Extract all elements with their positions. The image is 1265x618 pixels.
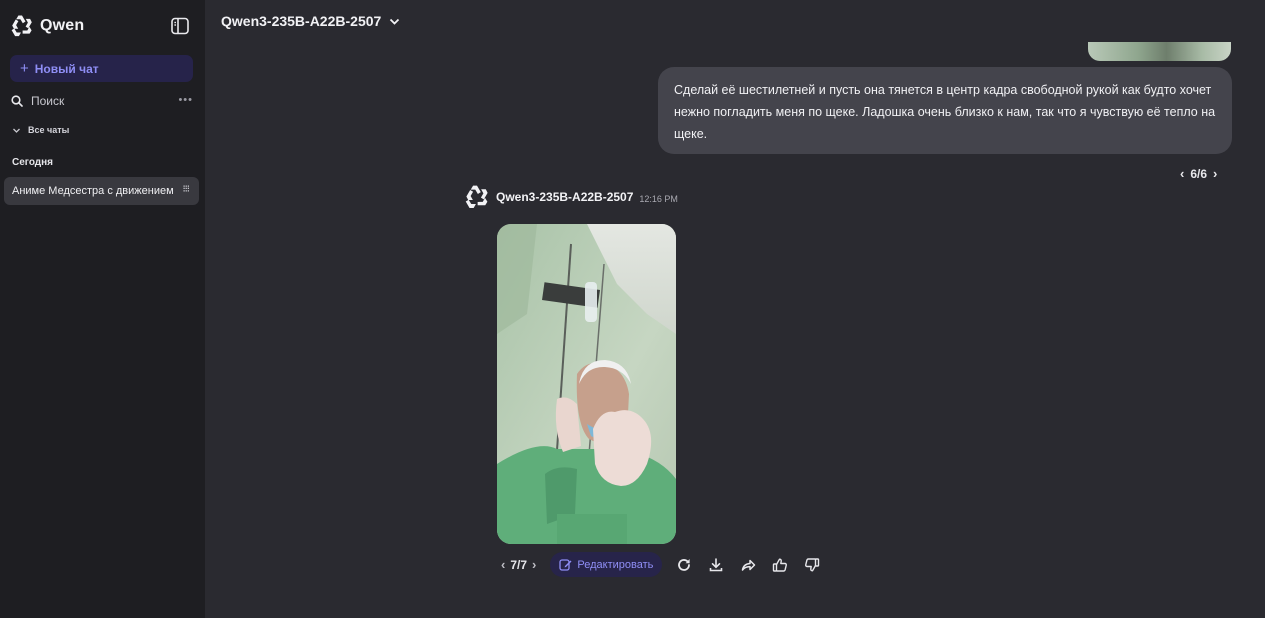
app-window: Qwen + Новый чат Поиск ••• Все чаты Сего…: [0, 0, 1265, 618]
chevron-left-icon[interactable]: ‹: [1180, 166, 1184, 181]
chevron-left-icon[interactable]: ‹: [501, 557, 505, 572]
edit-icon: [559, 559, 572, 571]
search-icon: [11, 95, 23, 107]
download-icon: [710, 557, 723, 571]
brand-name: Qwen: [40, 17, 85, 34]
response-pager-label: 7/7: [510, 557, 528, 572]
sidebar-toggle-icon: [171, 17, 189, 35]
download-button[interactable]: [706, 555, 726, 575]
assistant-header: Qwen3-235B-A22B-2507 12:16 PM: [464, 184, 678, 210]
user-message: Сделай её шестилетней и пусть она тянетс…: [658, 67, 1232, 154]
search-label: Поиск: [31, 94, 65, 108]
sidebar-toggle-button[interactable]: [170, 16, 190, 36]
brand[interactable]: Qwen: [10, 14, 84, 38]
edit-button-label: Редактировать: [577, 558, 654, 571]
thumbs-up-icon: [773, 558, 788, 572]
more-options-icon[interactable]: •••: [178, 94, 193, 106]
message-actions: ‹ 7/7 › Редактировать: [501, 552, 834, 577]
generated-image[interactable]: [497, 224, 676, 544]
thumbs-down-icon: [805, 557, 820, 571]
plus-icon: +: [20, 60, 29, 77]
model-selector-label: Qwen3-235B-A22B-2507: [221, 13, 382, 29]
chat-history-item[interactable]: Аниме Медсестра с движением ⁝⁝⁝: [4, 177, 199, 205]
response-pager: ‹ 7/7 ›: [501, 557, 536, 572]
like-button[interactable]: [770, 555, 790, 575]
regenerate-button[interactable]: [674, 555, 694, 575]
section-today-heading: Сегодня: [12, 157, 54, 168]
qwen-avatar-icon: [465, 185, 488, 208]
qwen-logo-icon: [11, 15, 32, 37]
user-pager-label: 6/6: [1190, 166, 1208, 181]
sidebar: Qwen + Новый чат Поиск ••• Все чаты Сего…: [0, 0, 205, 618]
share-button[interactable]: [738, 555, 758, 575]
user-message-pager: ‹ 6/6 ›: [1180, 166, 1217, 181]
chat-main: Qwen3-235B-A22B-2507 Сделай её шестилетн…: [205, 0, 1265, 618]
refresh-icon: [678, 558, 691, 571]
all-chats-toggle[interactable]: Все чаты: [12, 125, 69, 135]
chevron-down-icon: [13, 128, 20, 133]
all-chats-label: Все чаты: [28, 125, 70, 135]
chevron-down-icon: [390, 18, 400, 25]
generated-image-picture: [497, 224, 676, 544]
model-selector[interactable]: Qwen3-235B-A22B-2507: [221, 13, 400, 29]
chevron-right-icon[interactable]: ›: [532, 557, 536, 572]
previous-image-thumbnail[interactable]: [1088, 42, 1231, 61]
new-chat-label: Новый чат: [34, 61, 99, 76]
dislike-button[interactable]: [802, 555, 822, 575]
new-chat-button[interactable]: + Новый чат: [10, 55, 193, 82]
chat-item-menu-icon[interactable]: ⁝⁝⁝: [182, 184, 189, 195]
chat-history-item-title: Аниме Медсестра с движением: [12, 185, 174, 197]
edit-button[interactable]: Редактировать: [550, 552, 663, 577]
share-icon: [742, 559, 756, 571]
assistant-name: Qwen3-235B-A22B-2507: [496, 190, 634, 204]
message-timestamp: 12:16 PM: [639, 193, 678, 204]
chevron-right-icon[interactable]: ›: [1213, 166, 1217, 181]
search-button[interactable]: Поиск •••: [11, 92, 195, 110]
